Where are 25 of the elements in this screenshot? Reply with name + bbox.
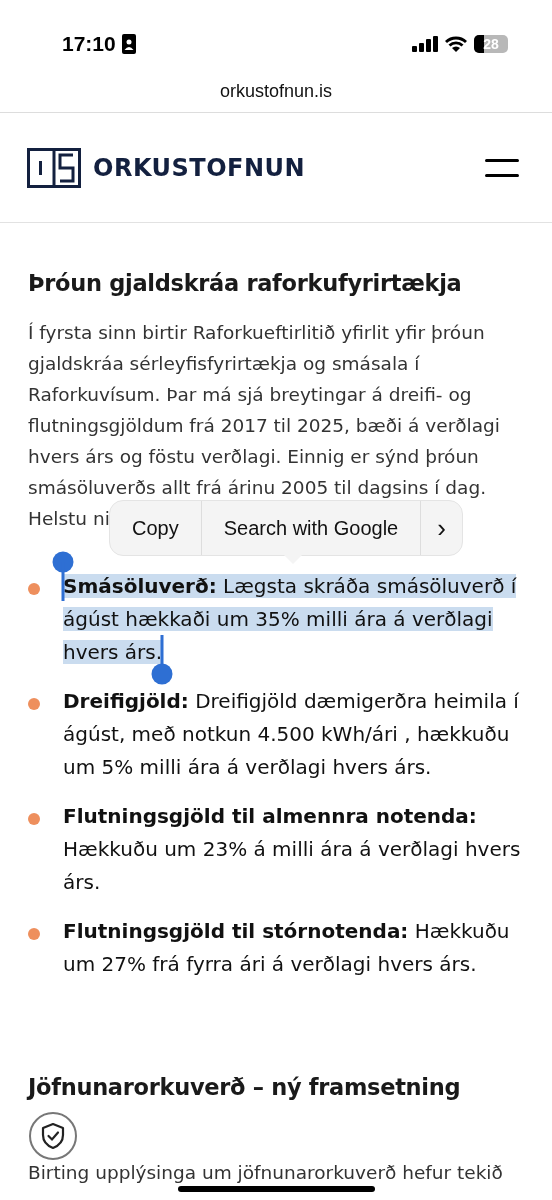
paragraph-fragment: Helstu ni [28,507,110,531]
shield-check-icon [40,1122,66,1150]
bullet-text: Flutningsgjöld til almennra notenda: Hækkuðu um 23% á milli ára á verðlagi hvers árs. [63,803,522,896]
bullet-dot [28,583,40,595]
address-bar-url[interactable]: orkustofnun.is [219,80,333,102]
bullet-dot [28,928,40,940]
id-badge-icon [121,34,136,54]
section-heading: Jöfnunarorkuverð – ný framsetning [28,1073,462,1102]
article-heading: Þróun gjaldskráa raforkufyrirtækja [28,269,463,298]
privacy-button[interactable] [29,1112,77,1160]
bullet-text: Flutningsgjöld til stórnotenda: Hækkuðu um 27% frá fyrra ári á verðlagi hvers árs. [63,918,511,978]
wifi-icon [445,36,467,52]
clock-time: 17:10 [62,32,116,56]
site-logo-text[interactable]: ORKUSTOFNUN [93,153,306,182]
bullet-text: Dreifigjöld: Dreifigjöld dæmigerðra heimila í ágúst, með notkun 4.500 kWh/ári , hækkuðu um 5% milli ára á verðlagi hvers árs. [63,688,520,781]
signal-icon [412,36,438,52]
menu-item[interactable]: Copy [110,501,202,555]
bullet-dot [28,698,40,710]
bullet-dot [28,813,40,825]
article-paragraph: Í fyrsta sinn birtir Raforkueftirlitið yfirlit yfir þróun gjaldskráa sérleyfisfyrirtækja og smásala í Raforkuvísum. Þar má sjá breytingar á dreifi- og flutningsgjöldum frá 2017 til 2025, bæði á verðlagi hvers árs og föstu verðlagi. Einnig er sýnd þróun smásöluverðs allt frá árinu 2005 til dagsins í dag. [28,321,501,500]
menu-icon [485,157,519,178]
menu-item[interactable]: Search with Google [201,501,422,555]
more-button[interactable]: › [421,501,462,555]
section-paragraph: Birting upplýsinga um jöfnunarorkuverð hefur tekið [28,1163,504,1183]
logo-icon [27,147,81,188]
